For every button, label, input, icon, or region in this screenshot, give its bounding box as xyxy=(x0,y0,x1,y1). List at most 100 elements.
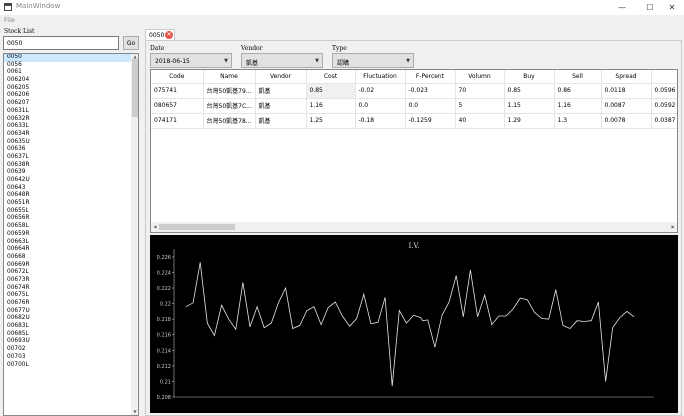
table-row[interactable]: 074171 台灣50凱基78... 凱基 1.25 -0.18 -0.1259 40 1.2… xyxy=(151,113,677,129)
table-cell[interactable]: 0.0087 xyxy=(601,98,652,114)
table-row[interactable]: 080657 台灣50凱基7C... 凱基 1.16 0.0 0.0 5 1.15 1.16 0.… xyxy=(151,98,677,114)
table-cell[interactable]: 70 xyxy=(455,83,505,99)
table-cell[interactable]: -0.02 xyxy=(355,83,406,99)
list-item[interactable]: 00674R xyxy=(4,285,131,293)
list-item[interactable]: 00655L xyxy=(4,208,131,216)
table-cell[interactable]: 凱基 xyxy=(255,98,307,114)
list-item[interactable]: 00633L xyxy=(4,123,131,131)
list-item[interactable]: 00669R xyxy=(4,262,131,270)
column-header[interactable]: Code xyxy=(151,70,204,84)
column-header[interactable]: Vendor xyxy=(255,70,307,84)
list-item[interactable]: 00631L xyxy=(4,108,131,116)
list-item[interactable]: 00668 xyxy=(4,254,131,262)
list-item[interactable]: 006206 xyxy=(4,92,131,100)
list-item[interactable]: 00673R xyxy=(4,277,131,285)
list-item[interactable]: 00658L xyxy=(4,223,131,231)
scroll-down-arrow-icon[interactable]: ▼ xyxy=(131,409,138,415)
minimize-button[interactable]: — xyxy=(608,0,636,15)
table-cell[interactable]: 075741 xyxy=(151,83,204,99)
list-item[interactable]: 00638R xyxy=(4,162,131,170)
table-cell[interactable]: -0.18 xyxy=(355,113,406,129)
list-item[interactable]: 00675L xyxy=(4,292,131,300)
table-cell[interactable]: 1.15 xyxy=(504,98,555,114)
tab-0050[interactable]: 0050 ✕ xyxy=(145,29,175,40)
scroll-left-arrow-icon[interactable]: ◀ xyxy=(151,224,159,230)
table-cell[interactable]: 1.29 xyxy=(504,113,555,129)
list-item[interactable]: 00648R xyxy=(4,192,131,200)
table-horizontal-scrollbar[interactable]: ◀ ▶ xyxy=(151,222,677,232)
table-cell[interactable]: 40 xyxy=(455,113,505,129)
table-cell[interactable]: 凱基 xyxy=(255,83,307,99)
column-header[interactable]: Volumn xyxy=(455,70,505,84)
list-item[interactable]: 00703 xyxy=(4,354,131,362)
menu-file[interactable]: File xyxy=(4,16,15,24)
list-item[interactable]: 00702 xyxy=(4,346,131,354)
list-item[interactable]: 00651R xyxy=(4,200,131,208)
list-item[interactable]: 00683L xyxy=(4,323,131,331)
table-cell[interactable]: 0.0387 xyxy=(651,113,677,129)
list-item[interactable]: 00664R xyxy=(4,246,131,254)
list-item[interactable]: 00632R xyxy=(4,116,131,124)
column-header[interactable]: Cost xyxy=(306,70,356,84)
list-item[interactable]: 00682U xyxy=(4,315,131,323)
table-cell[interactable]: 5 xyxy=(455,98,505,114)
table-cell[interactable]: 凱基 xyxy=(255,113,307,129)
stock-list-scroll-thumb[interactable] xyxy=(132,59,138,117)
list-item[interactable]: 0061 xyxy=(4,69,131,77)
table-cell[interactable]: 0.0078 xyxy=(601,113,652,129)
list-item[interactable]: 0050 xyxy=(4,54,131,62)
column-header[interactable]: Spread xyxy=(601,70,652,84)
list-item[interactable]: 00672L xyxy=(4,269,131,277)
column-header[interactable]: Name xyxy=(203,70,256,84)
stock-list[interactable]: 0050 0056 0061 006204 006205 006206 006207 0063… xyxy=(3,53,139,416)
table-row[interactable]: 075741 台灣50凱基79... 凱基 0.85 -0.02 -0.023 70 0.85… xyxy=(151,83,677,99)
table-cell[interactable]: 0.0 xyxy=(355,98,406,114)
table-cell[interactable]: 0.85 xyxy=(504,83,555,99)
column-header[interactable]: Sell xyxy=(554,70,602,84)
vendor-select[interactable]: 凱基 ▼ xyxy=(241,53,323,68)
list-item[interactable]: 00663L xyxy=(4,239,131,247)
list-item[interactable]: 0056 xyxy=(4,62,131,70)
table-cell[interactable]: 0.85 xyxy=(306,83,356,99)
stock-list-scrollbar[interactable]: ▲ ▼ xyxy=(131,54,138,415)
list-item[interactable]: 00677U xyxy=(4,308,131,316)
list-item[interactable]: 00635U xyxy=(4,139,131,147)
date-select[interactable]: 2018-06-15 ▼ xyxy=(150,53,232,68)
table-cell[interactable]: 0.0 xyxy=(405,98,456,114)
column-header[interactable]: Prem xyxy=(651,70,677,84)
list-item[interactable]: 00636 xyxy=(4,146,131,154)
table-cell[interactable]: 台灣50凱基78... xyxy=(203,113,256,129)
close-window-button[interactable]: ✕ xyxy=(658,0,684,15)
scroll-right-arrow-icon[interactable]: ▶ xyxy=(669,224,677,230)
table-cell[interactable]: 0.86 xyxy=(554,83,602,99)
list-item[interactable]: 00637L xyxy=(4,154,131,162)
list-item[interactable]: 006207 xyxy=(4,100,131,108)
column-header[interactable]: Fluctuation xyxy=(355,70,406,84)
warrant-table[interactable]: Code Name Vendor Cost Fluctuation F-Percent Vo… xyxy=(150,69,678,233)
table-cell[interactable]: 0.0592 xyxy=(651,98,677,114)
list-item[interactable]: 00676R xyxy=(4,300,131,308)
table-cell[interactable]: 台灣50凱基7C... xyxy=(203,98,256,114)
list-item[interactable]: 00659R xyxy=(4,231,131,239)
table-cell[interactable]: 0.0118 xyxy=(601,83,652,99)
table-scroll-thumb[interactable] xyxy=(159,224,235,230)
table-cell[interactable]: -0.1259 xyxy=(405,113,456,129)
column-header[interactable]: F-Percent xyxy=(405,70,456,84)
table-cell[interactable]: 台灣50凱基79... xyxy=(203,83,256,99)
table-cell[interactable]: 074171 xyxy=(151,113,204,129)
tab-close-icon[interactable]: ✕ xyxy=(165,31,173,39)
list-item[interactable]: 00656R xyxy=(4,215,131,223)
list-item[interactable]: 00634R xyxy=(4,131,131,139)
column-header[interactable]: Buy xyxy=(504,70,555,84)
table-cell[interactable]: 1.16 xyxy=(306,98,356,114)
list-item[interactable]: 00643 xyxy=(4,185,131,193)
list-item[interactable]: 00700L xyxy=(4,362,131,370)
list-item[interactable]: 006204 xyxy=(4,77,131,85)
stock-search-input[interactable] xyxy=(3,36,119,50)
table-cell[interactable]: -0.023 xyxy=(405,83,456,99)
type-select[interactable]: 認購 ▼ xyxy=(332,53,414,68)
list-item[interactable]: 00693U xyxy=(4,338,131,346)
table-cell[interactable]: 1.16 xyxy=(554,98,602,114)
list-item[interactable]: 00639 xyxy=(4,169,131,177)
table-cell[interactable]: 080657 xyxy=(151,98,204,114)
